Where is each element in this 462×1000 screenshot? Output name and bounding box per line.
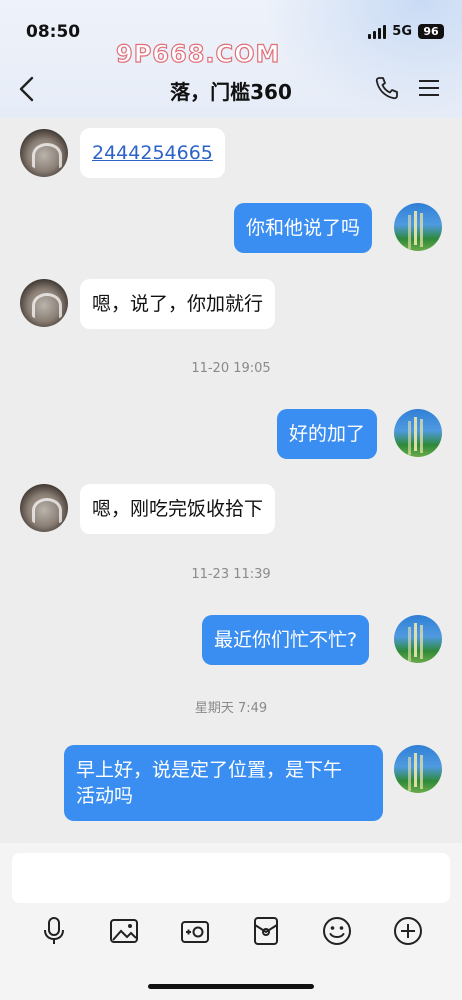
- message-line: 活动吗: [76, 785, 134, 807]
- plus-icon[interactable]: [392, 915, 424, 947]
- qq-number-link[interactable]: 2444254665: [92, 142, 213, 164]
- message-bubble-sent[interactable]: 早上好，说是定了位置，是下午 活动吗: [64, 745, 383, 821]
- message-bubble-received[interactable]: 嗯，说了，你加就行: [80, 279, 276, 329]
- contact-avatar[interactable]: [20, 129, 68, 177]
- contact-avatar[interactable]: [20, 484, 68, 532]
- message-bubble-sent[interactable]: 最近你们忙不忙?: [202, 615, 370, 665]
- battery-icon: 96: [418, 24, 444, 39]
- message-timestamp: 11-23 11:39: [191, 567, 271, 582]
- message-timestamp: 11-20 19:05: [191, 361, 271, 376]
- menu-icon[interactable]: [418, 78, 440, 98]
- my-avatar[interactable]: [394, 615, 442, 663]
- message-line: 早上好，说是定了位置，是下午: [76, 759, 343, 781]
- my-avatar[interactable]: [394, 409, 442, 457]
- message-bubble-received[interactable]: 2444254665: [80, 128, 225, 178]
- message-bubble-received[interactable]: 嗯，刚吃完饭收拾下: [80, 484, 276, 534]
- image-icon[interactable]: [108, 915, 140, 947]
- status-indicators: 5G 96: [368, 24, 444, 39]
- camera-icon[interactable]: [179, 915, 211, 947]
- emoji-icon[interactable]: [321, 915, 353, 947]
- microphone-icon[interactable]: [38, 915, 70, 947]
- my-avatar[interactable]: [394, 203, 442, 251]
- phone-icon[interactable]: [374, 75, 400, 101]
- status-time: 08:50: [26, 22, 81, 42]
- red-packet-icon[interactable]: [250, 915, 282, 947]
- message-input[interactable]: [12, 853, 450, 903]
- message-bubble-sent[interactable]: 你和他说了吗: [234, 203, 373, 253]
- network-type: 5G: [392, 24, 412, 39]
- my-avatar[interactable]: [394, 745, 442, 793]
- watermark-logo: 9P668.COM: [115, 39, 281, 68]
- signal-icon: [368, 24, 387, 39]
- message-timestamp: 星期天 7:49: [194, 701, 268, 716]
- message-bubble-sent[interactable]: 好的加了: [277, 409, 378, 459]
- contact-avatar[interactable]: [20, 279, 68, 327]
- home-indicator[interactable]: [148, 984, 314, 989]
